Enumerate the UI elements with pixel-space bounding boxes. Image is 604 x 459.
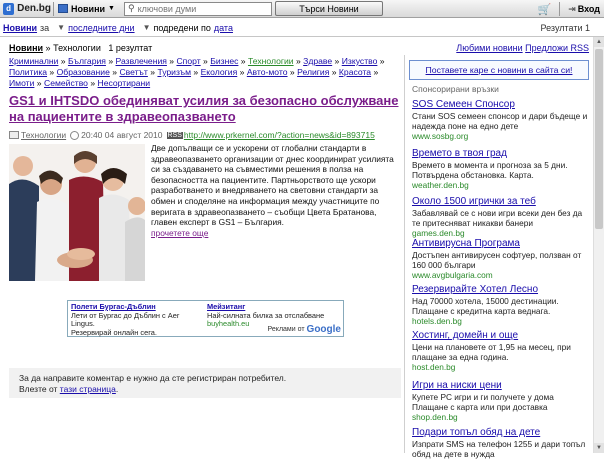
group-photo-image bbox=[9, 144, 145, 281]
category-list: Криминални » България » Развлечения » Сп… bbox=[9, 56, 385, 88]
cart-icon[interactable]: 🛒 bbox=[537, 3, 551, 16]
sponsored-ad[interactable]: Около 1500 игрички за теб Забавлявай се с… bbox=[412, 195, 590, 238]
category-link[interactable]: Спорт bbox=[176, 56, 200, 66]
sponsored-ad[interactable]: Подари топъл обяд на дете Изпрати SMS на … bbox=[412, 426, 590, 459]
category-link[interactable]: Криминални bbox=[9, 56, 58, 66]
category-link[interactable]: Авто-мото bbox=[247, 67, 288, 77]
comment-notice: За да направите коментар е нужно да сте … bbox=[9, 368, 401, 398]
news-icon bbox=[58, 4, 68, 13]
category-link[interactable]: Развлечения bbox=[116, 56, 167, 66]
google-logo: Google bbox=[306, 324, 341, 335]
category-link[interactable]: Екология bbox=[201, 67, 238, 77]
sponsored-ad[interactable]: Антивирусна Програма Достъпен антивирусен… bbox=[412, 237, 590, 280]
category-link[interactable]: Имоти bbox=[9, 78, 34, 88]
category-link[interactable]: Образование bbox=[57, 67, 110, 77]
category-dropdown[interactable]: Новини ▼ bbox=[56, 2, 119, 16]
folder-icon bbox=[9, 131, 19, 139]
breadcrumb: Новини » Технологии 1 резултат bbox=[9, 43, 153, 53]
read-more-link[interactable]: прочетете още bbox=[151, 228, 208, 238]
chevron-down-icon: ▼ bbox=[108, 5, 115, 12]
top-right-actions: 🛒 ⇥ Вход bbox=[537, 2, 600, 16]
category-link[interactable]: Здраве bbox=[303, 56, 332, 66]
top-right-links: Любими новини Предложи RSS bbox=[456, 43, 589, 53]
result-count: 1 резултат bbox=[108, 43, 153, 53]
category-link[interactable]: Бизнес bbox=[210, 56, 238, 66]
divider bbox=[559, 2, 561, 16]
article-photo bbox=[9, 144, 145, 281]
favorites-link[interactable]: Любими новини bbox=[456, 43, 522, 53]
clock-icon bbox=[70, 130, 80, 140]
category-link[interactable]: Несортирани bbox=[98, 78, 151, 88]
sidebar: Поставете каре с новини в сайта си! Спон… bbox=[404, 55, 592, 459]
breadcrumb-root[interactable]: Новини bbox=[9, 43, 43, 53]
sponsored-ad[interactable]: Хостинг, домейн и още Цени на плановете о… bbox=[412, 329, 590, 372]
article-meta: Технологии 20:40 04 август 2010 RSS http… bbox=[9, 130, 375, 140]
sponsored-ad[interactable]: Игри на ниски цени Купете PC игри и ги по… bbox=[412, 379, 590, 422]
search-news-button[interactable]: Търси Новини bbox=[274, 1, 383, 16]
category-link[interactable]: Изкуство bbox=[342, 56, 378, 66]
ad-aerlingus[interactable]: Полети Бургас-Дъблин Лети от Бургас до Д… bbox=[71, 302, 205, 337]
logo-icon: d bbox=[3, 2, 15, 15]
scroll-down-arrow[interactable]: ▼ bbox=[594, 443, 604, 453]
for-label: за bbox=[40, 22, 50, 33]
breadcrumb-section: Технологии bbox=[53, 43, 101, 53]
google-ads-box: Полети Бургас-Дъблин Лети от Бургас до Д… bbox=[67, 300, 344, 337]
filter-bar: Новини за ▼ последните дни ▼ подредени п… bbox=[0, 19, 604, 37]
period-dropdown[interactable]: последните дни bbox=[68, 23, 134, 33]
sort-label: подредени по bbox=[153, 22, 211, 33]
top-toolbar: d Den.bg Новини ▼ ⚲ Търси Новини 🛒 ⇥ Вхо… bbox=[0, 0, 604, 18]
category-link[interactable]: Религия bbox=[297, 67, 329, 77]
category-link[interactable]: Технологии bbox=[248, 56, 294, 66]
article-title[interactable]: GS1 и IHTSDO обединяват усилия за безопа… bbox=[9, 93, 401, 125]
article-body: Две допълващи се и ускорени от глобални … bbox=[151, 143, 394, 238]
login-page-link[interactable]: тази страница bbox=[60, 384, 116, 394]
search-icon: ⚲ bbox=[127, 3, 135, 13]
ads-by-google[interactable]: Реклами от Google bbox=[268, 324, 341, 335]
search-box[interactable]: ⚲ bbox=[123, 1, 272, 16]
vertical-scrollbar[interactable]: ▲ ▼ bbox=[593, 37, 604, 453]
search-input[interactable] bbox=[137, 2, 264, 15]
article-time: 20:40 04 август 2010 bbox=[81, 130, 163, 140]
category-link[interactable]: Светът bbox=[119, 67, 147, 77]
category-link[interactable]: Политика bbox=[9, 67, 47, 77]
category-link[interactable]: Красота bbox=[339, 67, 371, 77]
sponsored-label: Спонсорирани връзки bbox=[412, 84, 499, 94]
login-icon: ⇥ bbox=[568, 3, 576, 14]
results-count: Резултати 1 bbox=[540, 23, 590, 33]
scroll-up-arrow[interactable]: ▲ bbox=[594, 37, 604, 47]
chevron-down-icon: ▼ bbox=[57, 23, 66, 32]
embed-news-widget-button[interactable]: Поставете каре с новини в сайта си! bbox=[409, 60, 589, 80]
tab-news[interactable]: Новини bbox=[3, 23, 37, 33]
scroll-thumb[interactable] bbox=[595, 49, 603, 229]
article-category-link[interactable]: Технологии bbox=[21, 130, 66, 140]
category-link[interactable]: Семейство bbox=[44, 78, 88, 88]
category-link[interactable]: Туризъм bbox=[157, 67, 191, 77]
category-link[interactable]: България bbox=[68, 56, 106, 66]
site-logo[interactable]: d Den.bg bbox=[3, 2, 51, 15]
rss-icon: RSS bbox=[166, 131, 183, 139]
sort-dropdown[interactable]: дата bbox=[214, 23, 233, 33]
suggest-rss-link[interactable]: Предложи RSS bbox=[525, 43, 589, 53]
login-button[interactable]: ⇥ Вход bbox=[568, 4, 600, 15]
article-source-link[interactable]: http://www.prkernel.com/?action=news&id=… bbox=[184, 130, 375, 140]
divider bbox=[53, 1, 54, 16]
sponsored-ad[interactable]: Времето в твоя град Времето в момента и п… bbox=[412, 147, 590, 190]
sponsored-ad[interactable]: Резервирайте Хотел Лесно Над 70000 хотела… bbox=[412, 283, 590, 326]
chevron-down-icon: ▼ bbox=[142, 23, 151, 32]
sponsored-ad[interactable]: SOS Семеен Спонсор Стани SOS семеен спонс… bbox=[412, 98, 590, 141]
